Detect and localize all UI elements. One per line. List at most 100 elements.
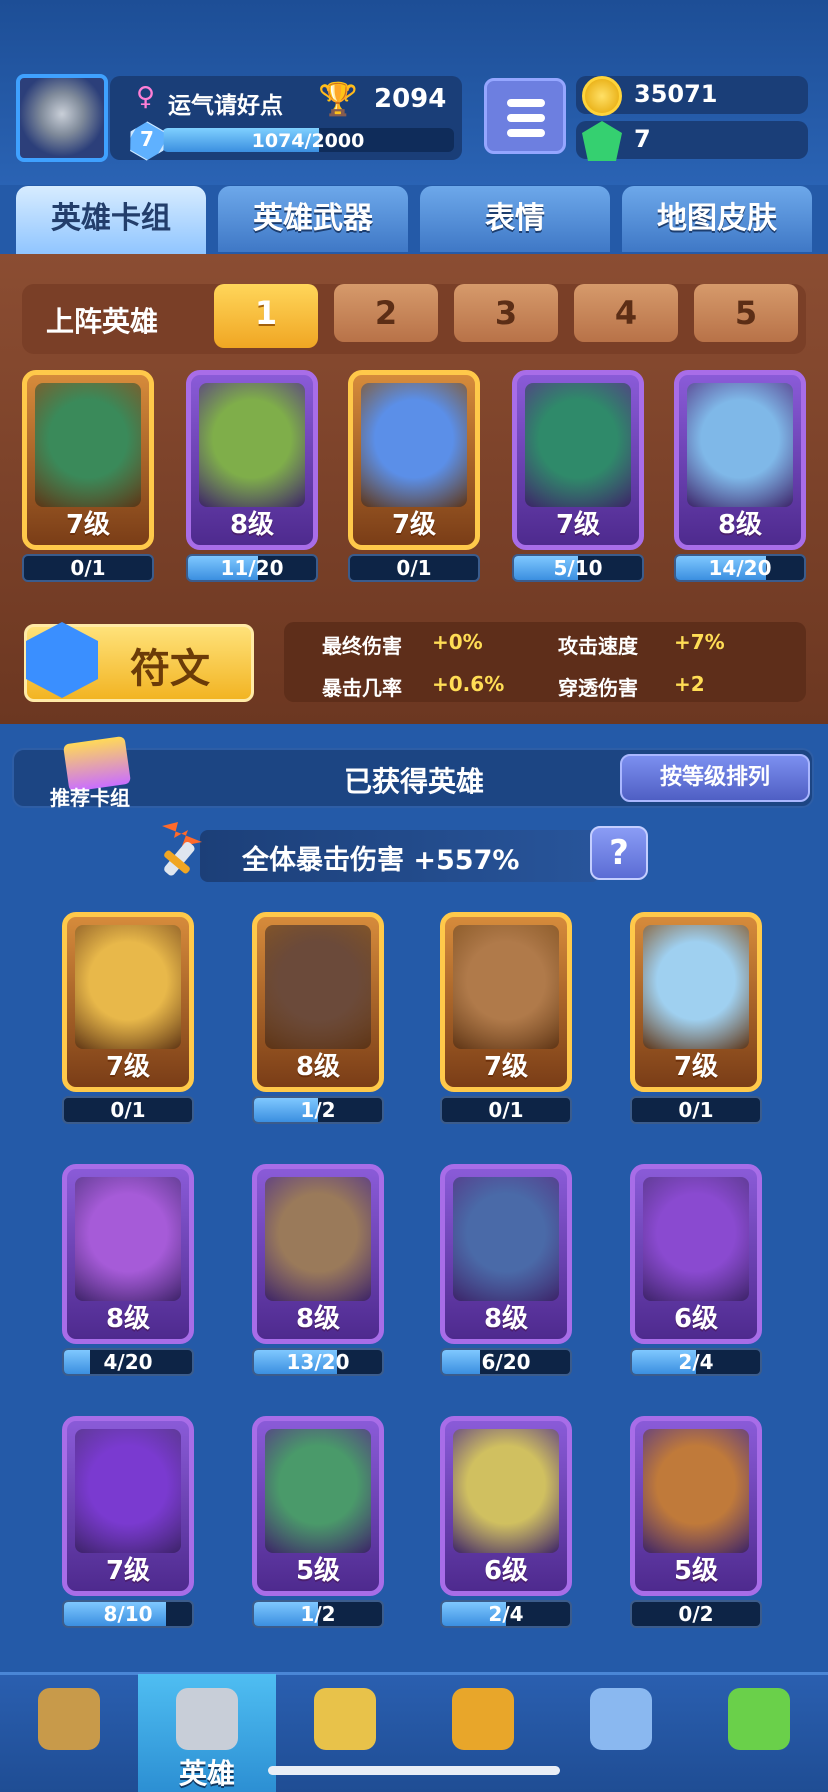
collection-hero-card[interactable]: 7级 [62,912,194,1092]
tab-map-skins[interactable]: 地图皮肤 [622,186,812,252]
nav-item-2[interactable]: 英雄 [138,1674,276,1792]
hero-progress-bar: 13/20 [252,1348,384,1376]
hero-portrait [361,383,467,507]
nav-label: 英雄 [178,1757,235,1790]
crown-shield-icon [452,1688,514,1750]
collection-hero-card[interactable]: 8级 [252,1164,384,1344]
player-avatar[interactable] [16,74,108,162]
menu-icon-line [507,129,545,137]
collection-hero-card[interactable]: 8级 [252,912,384,1092]
friends-banner-icon [590,1688,652,1750]
collection-hero-card[interactable]: 5级 [252,1416,384,1596]
deck-slot-4[interactable]: 4 [574,284,678,342]
deck-hero-card[interactable]: 8级 [674,370,806,550]
hero-portrait [643,925,749,1049]
tab-emotes[interactable]: 表情 [420,186,610,252]
stat-final-damage-value: +0% [432,630,483,654]
sort-by-level-button[interactable]: 按等级排列 [620,754,810,802]
deck-slot-3[interactable]: 3 [454,284,558,342]
hero-level: 5级 [295,1556,341,1586]
deck-hero-card[interactable]: 8级 [186,370,318,550]
collection-hero-card[interactable]: 7级 [440,912,572,1092]
hero-progress-text: 1/2 [300,1098,336,1122]
menu-button[interactable] [484,78,566,154]
hero-progress-text: 4/20 [103,1350,153,1374]
hero-progress-text: 13/20 [286,1350,350,1374]
hero-progress-bar: 11/20 [186,554,318,582]
deck-hero-card[interactable]: 7级 [22,370,154,550]
hero-progress-text: 14/20 [708,556,772,580]
collection-hero-card[interactable]: 6级 [630,1164,762,1344]
hero-progress-text: 0/1 [678,1098,714,1122]
hero-portrait [453,1177,559,1301]
hero-progress-bar: 0/1 [630,1096,762,1124]
hero-level: 7级 [391,510,437,540]
deck-slot-2[interactable]: 2 [334,284,438,342]
hero-level: 8级 [229,510,275,540]
hero-progress-text: 0/2 [678,1602,714,1626]
coin-icon [582,76,622,116]
hero-level: 7级 [65,510,111,540]
hero-progress-text: 0/1 [70,556,106,580]
deck-slot-5[interactable]: 5 [694,284,798,342]
crit-bonus-text: 全体暴击伤害 +557% [242,845,520,876]
nav-item-1[interactable] [0,1674,138,1792]
hero-progress-text: 1/2 [300,1602,336,1626]
deck-slot-1[interactable]: 1 [214,284,318,348]
hero-portrait [525,383,631,507]
menu-icon [507,99,545,107]
hero-progress-bar: 2/4 [630,1348,762,1376]
hero-progress-text: 5/10 [553,556,603,580]
hero-progress-bar: 1/2 [252,1600,384,1628]
hero-progress-bar: 5/10 [512,554,644,582]
female-gender-icon: ♀ [136,82,156,112]
hero-progress-text: 11/20 [220,556,284,580]
rune-label: 符文 [130,646,210,692]
crossed-swords-icon [314,1688,376,1750]
tab-hero-weapons[interactable]: 英雄武器 [218,186,408,252]
hero-level: 7级 [105,1556,151,1586]
hero-level: 7级 [483,1052,529,1082]
hero-portrait [75,925,181,1049]
hero-level: 6级 [673,1304,719,1334]
hero-portrait [643,1177,749,1301]
deck-label: 上阵英雄 [46,305,159,338]
collection-hero-card[interactable]: 8级 [440,1164,572,1344]
hero-progress-text: 6/20 [481,1350,531,1374]
nav-item-5[interactable] [552,1674,690,1792]
hero-progress-bar: 4/20 [62,1348,194,1376]
hero-progress-bar: 0/2 [630,1600,762,1628]
hero-progress-text: 0/1 [488,1098,524,1122]
trophy-icon: 🏆 [318,80,358,118]
hero-progress-bar: 0/1 [22,554,154,582]
stat-final-damage-label: 最终伤害 [322,634,402,658]
collection-hero-card[interactable]: 7级 [630,912,762,1092]
hero-progress-text: 2/4 [488,1602,524,1626]
hero-portrait [265,1177,371,1301]
hero-level: 8级 [717,510,763,540]
hero-level: 6级 [483,1556,529,1586]
collection-hero-card[interactable]: 5级 [630,1416,762,1596]
hero-progress-bar: 6/20 [440,1348,572,1376]
collection-hero-card[interactable]: 6级 [440,1416,572,1596]
hero-portrait [35,383,141,507]
hero-portrait [453,1429,559,1553]
nav-item-6[interactable] [690,1674,828,1792]
stat-pierce-damage-value: +2 [674,672,705,696]
hero-level: 7级 [555,510,601,540]
stat-crit-chance-label: 暴击几率 [322,676,402,700]
tab-hero-deck[interactable]: 英雄卡组 [16,186,206,256]
gem-count: 7 [634,125,651,153]
deck-hero-card[interactable]: 7级 [512,370,644,550]
help-button[interactable]: ? [590,826,648,880]
hero-level: 7级 [673,1052,719,1082]
collection-hero-card[interactable]: 7级 [62,1416,194,1596]
hero-progress-text: 2/4 [678,1350,714,1374]
hero-level: 8级 [483,1304,529,1334]
deck-hero-card[interactable]: 7级 [348,370,480,550]
stat-attack-speed-label: 攻击速度 [558,634,638,658]
collection-hero-card[interactable]: 8级 [62,1164,194,1344]
stat-crit-chance-value: +0.6% [432,672,505,696]
hero-level: 7级 [105,1052,151,1082]
stat-pierce-damage-label: 穿透伤害 [558,676,638,700]
